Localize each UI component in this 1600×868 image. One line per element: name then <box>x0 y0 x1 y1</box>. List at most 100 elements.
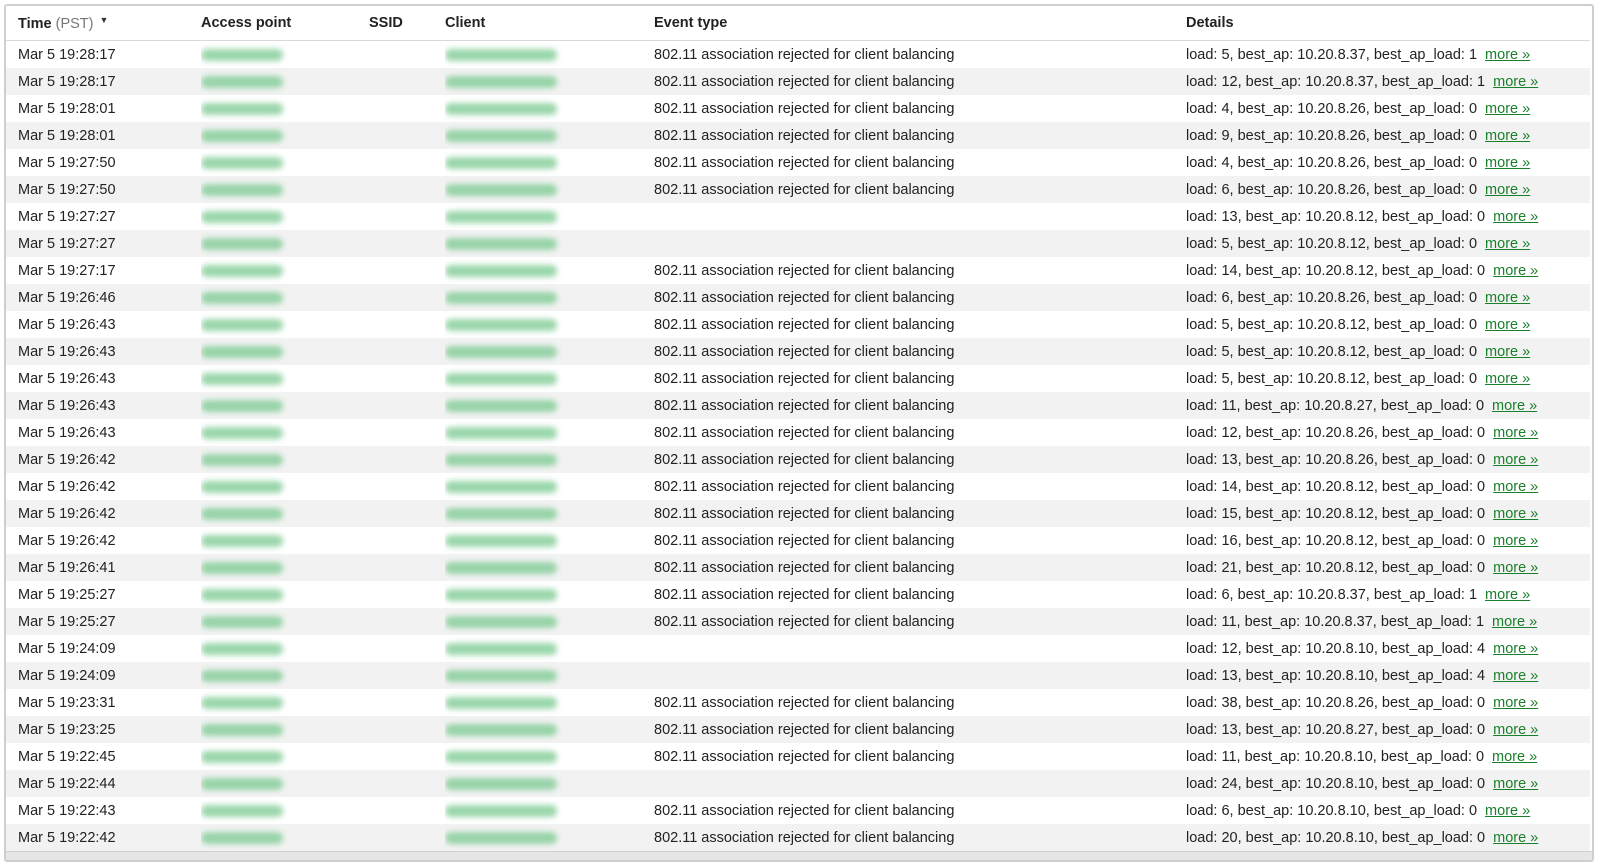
more-link[interactable]: more » <box>1493 209 1538 225</box>
more-link[interactable]: more » <box>1492 398 1537 414</box>
cell-client <box>445 338 654 365</box>
redacted-client <box>445 615 557 628</box>
cell-details: load: 6, best_ap: 10.20.8.26, best_ap_lo… <box>1186 176 1590 203</box>
cell-client <box>445 257 654 284</box>
table-row: Mar 5 19:27:50 802.11 association rejecte… <box>6 149 1590 176</box>
cell-client <box>445 365 654 392</box>
cell-ssid <box>369 68 445 95</box>
redacted-access-point <box>201 534 283 547</box>
more-link[interactable]: more » <box>1493 506 1538 522</box>
cell-time: Mar 5 19:23:25 <box>6 716 201 743</box>
cell-time: Mar 5 19:22:45 <box>6 743 201 770</box>
cell-time: Mar 5 19:27:27 <box>6 203 201 230</box>
more-link[interactable]: more » <box>1493 695 1538 711</box>
more-link[interactable]: more » <box>1485 371 1530 387</box>
details-text: load: 38, best_ap: 10.20.8.26, best_ap_l… <box>1186 694 1486 711</box>
more-link[interactable]: more » <box>1485 128 1530 144</box>
more-link[interactable]: more » <box>1493 533 1538 549</box>
details-text: load: 21, best_ap: 10.20.8.12, best_ap_l… <box>1186 559 1486 576</box>
cell-time: Mar 5 19:24:09 <box>6 635 201 662</box>
more-link[interactable]: more » <box>1493 776 1538 792</box>
more-link[interactable]: more » <box>1493 452 1538 468</box>
cell-time: Mar 5 19:26:43 <box>6 338 201 365</box>
event-log-rows: Mar 5 19:28:17 802.11 association rejecte… <box>6 40 1590 851</box>
cell-details: load: 12, best_ap: 10.20.8.26, best_ap_l… <box>1186 419 1590 446</box>
cell-ssid <box>369 40 445 68</box>
cell-event-type: 802.11 association rejected for client b… <box>654 797 1186 824</box>
cell-access-point <box>201 338 369 365</box>
more-link[interactable]: more » <box>1485 236 1530 252</box>
cell-event-type: 802.11 association rejected for client b… <box>654 824 1186 851</box>
details-text: load: 5, best_ap: 10.20.8.37, best_ap_lo… <box>1186 46 1478 63</box>
more-link[interactable]: more » <box>1493 641 1538 657</box>
cell-client <box>445 824 654 851</box>
redacted-client <box>445 453 557 466</box>
cell-ssid <box>369 95 445 122</box>
cell-time: Mar 5 19:27:27 <box>6 230 201 257</box>
details-text: load: 16, best_ap: 10.20.8.12, best_ap_l… <box>1186 532 1486 549</box>
column-header-ssid[interactable]: SSID <box>369 6 445 41</box>
cell-access-point <box>201 554 369 581</box>
cell-access-point <box>201 257 369 284</box>
redacted-client <box>445 480 557 493</box>
redacted-access-point <box>201 669 283 682</box>
cell-access-point <box>201 824 369 851</box>
more-link[interactable]: more » <box>1493 479 1538 495</box>
more-link[interactable]: more » <box>1485 344 1530 360</box>
column-header-event-type[interactable]: Event type <box>654 6 1186 41</box>
cell-time: Mar 5 19:28:17 <box>6 68 201 95</box>
more-link[interactable]: more » <box>1493 74 1538 90</box>
cell-details: load: 13, best_ap: 10.20.8.27, best_ap_l… <box>1186 716 1590 743</box>
cell-client <box>445 446 654 473</box>
cell-details: load: 11, best_ap: 10.20.8.27, best_ap_l… <box>1186 392 1590 419</box>
cell-details: load: 24, best_ap: 10.20.8.10, best_ap_l… <box>1186 770 1590 797</box>
details-text: load: 12, best_ap: 10.20.8.37, best_ap_l… <box>1186 73 1486 90</box>
more-link[interactable]: more » <box>1485 803 1530 819</box>
redacted-access-point <box>201 318 283 331</box>
more-link[interactable]: more » <box>1492 749 1537 765</box>
column-header-access-point[interactable]: Access point <box>201 6 369 41</box>
more-link[interactable]: more » <box>1485 47 1530 63</box>
more-link[interactable]: more » <box>1492 614 1537 630</box>
sort-descending-icon: ▼ <box>99 14 109 25</box>
more-link[interactable]: more » <box>1485 182 1530 198</box>
redacted-client <box>445 804 557 817</box>
table-row: Mar 5 19:26:43 802.11 association rejecte… <box>6 392 1590 419</box>
details-text: load: 5, best_ap: 10.20.8.12, best_ap_lo… <box>1186 370 1478 387</box>
more-link[interactable]: more » <box>1493 425 1538 441</box>
more-link[interactable]: more » <box>1493 722 1538 738</box>
more-link[interactable]: more » <box>1485 290 1530 306</box>
more-link[interactable]: more » <box>1493 560 1538 576</box>
more-link[interactable]: more » <box>1493 830 1538 846</box>
redacted-access-point <box>201 237 283 250</box>
cell-ssid <box>369 662 445 689</box>
redacted-access-point <box>201 453 283 466</box>
more-link[interactable]: more » <box>1493 263 1538 279</box>
details-text: load: 4, best_ap: 10.20.8.26, best_ap_lo… <box>1186 154 1478 171</box>
cell-details: load: 11, best_ap: 10.20.8.37, best_ap_l… <box>1186 608 1590 635</box>
column-header-details[interactable]: Details <box>1186 6 1590 41</box>
cell-client <box>445 797 654 824</box>
cell-event-type: 802.11 association rejected for client b… <box>654 689 1186 716</box>
cell-ssid <box>369 284 445 311</box>
details-text: load: 6, best_ap: 10.20.8.37, best_ap_lo… <box>1186 586 1478 603</box>
table-row: Mar 5 19:26:43 802.11 association rejecte… <box>6 419 1590 446</box>
cell-ssid <box>369 392 445 419</box>
cell-access-point <box>201 716 369 743</box>
more-link[interactable]: more » <box>1485 155 1530 171</box>
redacted-access-point <box>201 345 283 358</box>
cell-time: Mar 5 19:22:44 <box>6 770 201 797</box>
cell-time: Mar 5 19:27:50 <box>6 176 201 203</box>
redacted-access-point <box>201 426 283 439</box>
more-link[interactable]: more » <box>1485 101 1530 117</box>
more-link[interactable]: more » <box>1485 317 1530 333</box>
redacted-access-point <box>201 183 283 196</box>
redacted-client <box>445 750 557 763</box>
more-link[interactable]: more » <box>1485 587 1530 603</box>
horizontal-scrollbar[interactable] <box>6 851 1592 860</box>
cell-time: Mar 5 19:26:43 <box>6 311 201 338</box>
column-header-time[interactable]: Time (PST) ▼ <box>6 6 201 41</box>
event-log-panel: Time (PST) ▼ Access point SSID Client Ev… <box>4 4 1594 862</box>
more-link[interactable]: more » <box>1493 668 1538 684</box>
column-header-client[interactable]: Client <box>445 6 654 41</box>
